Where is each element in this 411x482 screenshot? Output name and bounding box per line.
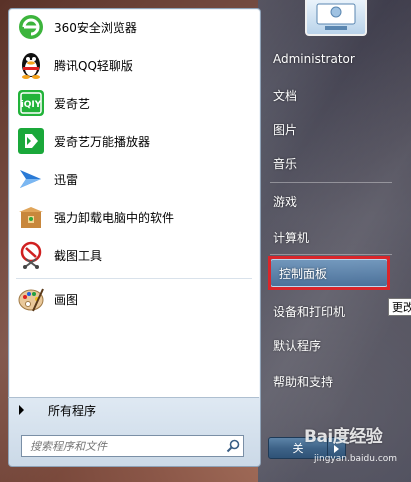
program-label: 爱奇艺 [54, 96, 91, 111]
program-item-360-browser[interactable]: 360安全浏览器 [12, 10, 252, 44]
360-browser-icon [16, 12, 46, 42]
user-picture-icon [316, 3, 356, 30]
program-item-uninstaller[interactable]: 强力卸载电脑中的软件 [12, 200, 252, 234]
svg-text:iQIY: iQIY [21, 100, 42, 110]
program-label: 迅雷 [54, 172, 79, 187]
program-label: 强力卸载电脑中的软件 [54, 210, 175, 225]
program-label: 画图 [54, 292, 79, 307]
qq-penguin-icon [16, 50, 46, 80]
tooltip: 更改 [388, 298, 411, 316]
search-input[interactable] [28, 436, 223, 456]
watermark-sub: jingyan.baidu.com [314, 454, 398, 464]
program-item-xunlei[interactable]: 迅雷 [12, 162, 252, 196]
all-programs-separator [8, 397, 259, 398]
right-separator [270, 254, 392, 255]
uninstall-box-icon [16, 202, 46, 232]
right-item-pictures[interactable]: 图片 [265, 116, 395, 142]
right-item-music[interactable]: 音乐 [265, 150, 395, 176]
right-item-default-programs[interactable]: 默认程序 [265, 332, 395, 358]
watermark-main: Bai度经验 [304, 427, 383, 447]
user-picture[interactable] [305, 0, 367, 36]
iqiyi-icon: iQIY [16, 88, 46, 118]
right-item-devices-printers[interactable]: 设备和打印机 [265, 298, 395, 324]
search-icon[interactable] [223, 436, 243, 456]
start-menu: 360安全浏览器 腾讯QQ轻聊版 iQIY 爱奇艺 爱奇艺万能播放器 迅雷 强力… [0, 0, 411, 482]
all-programs-label: 所有程序 [48, 403, 97, 418]
all-programs-button[interactable]: 所有程序 [10, 399, 254, 421]
program-item-iqiyi[interactable]: iQIY 爱奇艺 [12, 86, 252, 120]
program-label: 腾讯QQ轻聊版 [54, 58, 133, 73]
program-label: 360安全浏览器 [54, 20, 137, 35]
right-item-games[interactable]: 游戏 [265, 188, 395, 214]
program-label: 爱奇艺万能播放器 [54, 134, 151, 149]
search-box[interactable] [21, 435, 244, 457]
right-item-help-support[interactable]: 帮助和支持 [265, 368, 395, 394]
highlight-box [268, 256, 390, 290]
program-label: 截图工具 [54, 248, 103, 263]
right-separator [270, 182, 392, 183]
paint-palette-icon [16, 284, 46, 314]
right-item-computer[interactable]: 计算机 [265, 224, 395, 250]
tooltip-text: 更改 [392, 301, 411, 314]
baidu-watermark: Bai度经验 jingyan.baidu.com [300, 420, 405, 470]
program-item-snipping-tool[interactable]: 截图工具 [12, 238, 252, 272]
program-item-paint[interactable]: 画图 [12, 282, 252, 316]
arrow-right-icon [19, 405, 24, 415]
snipping-tool-icon [16, 240, 46, 270]
programs-separator [16, 278, 252, 279]
xunlei-icon [16, 164, 46, 194]
iqiyi-player-icon [16, 126, 46, 156]
program-item-iqiyi-player[interactable]: 爱奇艺万能播放器 [12, 124, 252, 158]
right-item-administrator[interactable]: Administrator [265, 46, 395, 72]
program-item-qq[interactable]: 腾讯QQ轻聊版 [12, 48, 252, 82]
right-item-documents[interactable]: 文档 [265, 82, 395, 108]
